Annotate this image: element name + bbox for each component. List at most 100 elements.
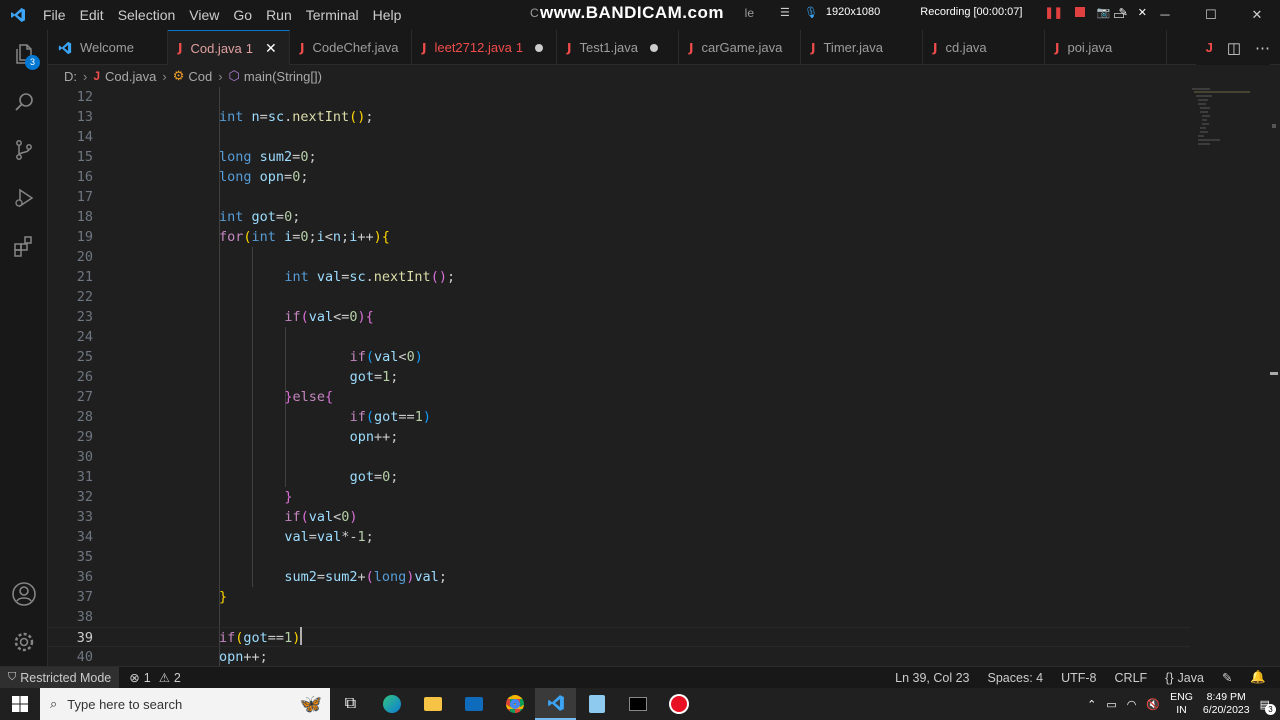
code-line[interactable]: 20 <box>48 247 1190 267</box>
tab-cargame-java[interactable]: JcarGame.java <box>679 30 801 65</box>
bell-icon[interactable]: 🔔 <box>1250 670 1266 685</box>
code-line[interactable]: 24 <box>48 327 1190 347</box>
close-window-button[interactable]: ✕ <box>1234 0 1280 30</box>
explorer-icon[interactable]: 3 <box>0 30 48 78</box>
code-line[interactable]: 23 if(val<=0){ <box>48 307 1190 327</box>
accounts-icon[interactable] <box>0 570 48 618</box>
indentation[interactable]: Spaces: 4 <box>988 671 1044 685</box>
code-line[interactable]: 13 int n=sc.nextInt(); <box>48 107 1190 127</box>
code-line[interactable]: 16 long opn=0; <box>48 167 1190 187</box>
code-line[interactable]: 33 if(val<0) <box>48 507 1190 527</box>
menu-edit[interactable]: Edit <box>73 0 111 30</box>
notifications-icon[interactable]: ▤ 3 <box>1260 698 1276 715</box>
tab-timer-java[interactable]: J Timer.java <box>801 30 923 65</box>
vscode-taskbar-icon[interactable] <box>535 688 576 720</box>
code-line[interactable]: 18 int got=0; <box>48 207 1190 227</box>
tab-welcome[interactable]: Welcome <box>48 30 168 65</box>
minimize-button[interactable]: ─ <box>1142 0 1188 30</box>
source-control-icon[interactable] <box>0 126 48 174</box>
edge-browser-icon[interactable] <box>371 688 412 720</box>
code-line[interactable]: 12 <box>48 87 1190 107</box>
file-explorer-icon[interactable] <box>412 688 453 720</box>
minimap[interactable] <box>1190 87 1280 666</box>
unsaved-dot-icon[interactable] <box>650 43 659 52</box>
tab-test1-java[interactable]: J Test1.java <box>557 30 679 65</box>
breadcrumb-class[interactable]: Cod <box>188 69 212 84</box>
tab-cd-java[interactable]: Jcd.java <box>923 30 1045 65</box>
tab-leet2712-java[interactable]: Jleet2712.java 1 <box>412 30 557 65</box>
menu-run[interactable]: Run <box>259 0 299 30</box>
clock[interactable]: 8:49 PM 6/20/2023 <box>1203 691 1250 717</box>
settings-gear-icon[interactable] <box>0 618 48 666</box>
menu-view[interactable]: View <box>182 0 226 30</box>
chrome-icon[interactable] <box>494 688 535 720</box>
code-line[interactable]: 35 <box>48 547 1190 567</box>
breadcrumb-method[interactable]: main(String[]) <box>244 69 322 84</box>
feedback-icon[interactable]: ✎ <box>1222 670 1232 685</box>
code-line[interactable]: 32 } <box>48 487 1190 507</box>
language-mode[interactable]: {} Java <box>1165 671 1204 685</box>
more-actions-icon[interactable]: ⋯ <box>1255 39 1270 57</box>
breadcrumb-drive[interactable]: D: <box>64 69 77 84</box>
split-editor-icon[interactable]: ◫ <box>1227 39 1241 57</box>
code-line[interactable]: 17 <box>48 187 1190 207</box>
code-line[interactable]: 30 <box>48 447 1190 467</box>
line-number: 30 <box>76 449 93 465</box>
taskbar-search-input[interactable]: ⌕ Type here to search 🦋 <box>40 688 330 720</box>
code-line[interactable]: 25 if(val<0) <box>48 347 1190 367</box>
breadcrumb-file[interactable]: Cod.java <box>105 69 156 84</box>
extensions-icon[interactable] <box>0 222 48 270</box>
mail-icon[interactable] <box>453 688 494 720</box>
maximize-button[interactable]: ☐ <box>1188 0 1234 30</box>
stop-icon[interactable] <box>1074 7 1085 17</box>
menu-file[interactable]: File <box>36 0 73 30</box>
code-line[interactable]: 38 <box>48 607 1190 627</box>
tab-codechef-java[interactable]: J CodeChef.java <box>290 30 412 65</box>
menu-help[interactable]: Help <box>366 0 409 30</box>
code-line[interactable]: 31 got=0; <box>48 467 1190 487</box>
encoding[interactable]: UTF-8 <box>1061 671 1096 685</box>
code-line[interactable]: 19 for(int i=0;i<n;i++){ <box>48 227 1190 247</box>
code-line[interactable]: 37} <box>48 587 1190 607</box>
code-line[interactable]: 15 long sum2=0; <box>48 147 1190 167</box>
java-run-icon[interactable]: J <box>1206 40 1213 55</box>
code-line[interactable]: 29 opn++; <box>48 427 1190 447</box>
unsaved-dot-icon[interactable] <box>535 43 544 52</box>
restricted-mode-indicator[interactable]: ⛉ Restricted Mode <box>0 666 120 689</box>
code-line[interactable]: 26 got=1; <box>48 367 1190 387</box>
task-view-icon[interactable]: ⧉ <box>330 688 371 720</box>
wifi-icon[interactable]: ◠ <box>1127 698 1137 711</box>
layout-icon[interactable]: ▭ <box>1096 0 1142 30</box>
volume-icon[interactable]: 🔇 <box>1146 698 1160 711</box>
tab-poi-java[interactable]: Jpoi.java <box>1045 30 1167 65</box>
menu-terminal[interactable]: Terminal <box>299 0 366 30</box>
line-endings[interactable]: CRLF <box>1115 671 1148 685</box>
code-editor[interactable]: 12 13 int n=sc.nextInt(); 14 15 long sum2=0; 1… <box>48 87 1190 666</box>
code-line[interactable]: 27 }else{ <box>48 387 1190 407</box>
code-line[interactable]: 22 <box>48 287 1190 307</box>
run-debug-icon[interactable] <box>0 174 48 222</box>
notepad-icon[interactable] <box>576 688 617 720</box>
battery-icon[interactable]: ▭ <box>1106 698 1116 711</box>
code-line[interactable]: 28 if(got==1) <box>48 407 1190 427</box>
code-line[interactable]: 21 int val=sc.nextInt(); <box>48 267 1190 287</box>
chevron-up-icon[interactable]: ⌃ <box>1087 698 1096 711</box>
menu-go[interactable]: Go <box>226 0 259 30</box>
problems-indicator[interactable]: ⊗ 1 ⚠ 2 <box>129 670 181 686</box>
pause-icon[interactable]: ❚❚ <box>1044 6 1062 19</box>
code-line[interactable]: 34 val=val*-1; <box>48 527 1190 547</box>
code-line[interactable]: 14 <box>48 127 1190 147</box>
menu-lines-icon[interactable]: ☰ <box>780 6 790 19</box>
windows-start-icon[interactable] <box>0 688 40 720</box>
tab-cod-java[interactable]: J Cod.java 1 ✕ <box>168 30 290 65</box>
input-language[interactable]: ENG IN <box>1170 691 1193 717</box>
cursor-position[interactable]: Ln 39, Col 23 <box>895 671 969 685</box>
code-line[interactable]: 36 sum2=sum2+(long)val; <box>48 567 1190 587</box>
menu-selection[interactable]: Selection <box>111 0 183 30</box>
bandicam-record-icon[interactable] <box>658 688 699 720</box>
code-line[interactable]: 40 opn++; <box>48 647 1190 666</box>
terminal-icon[interactable] <box>617 688 658 720</box>
code-line[interactable]: 39 if(got==1) <box>48 627 1190 647</box>
close-tab-icon[interactable]: ✕ <box>265 40 277 57</box>
search-icon[interactable] <box>0 78 48 126</box>
